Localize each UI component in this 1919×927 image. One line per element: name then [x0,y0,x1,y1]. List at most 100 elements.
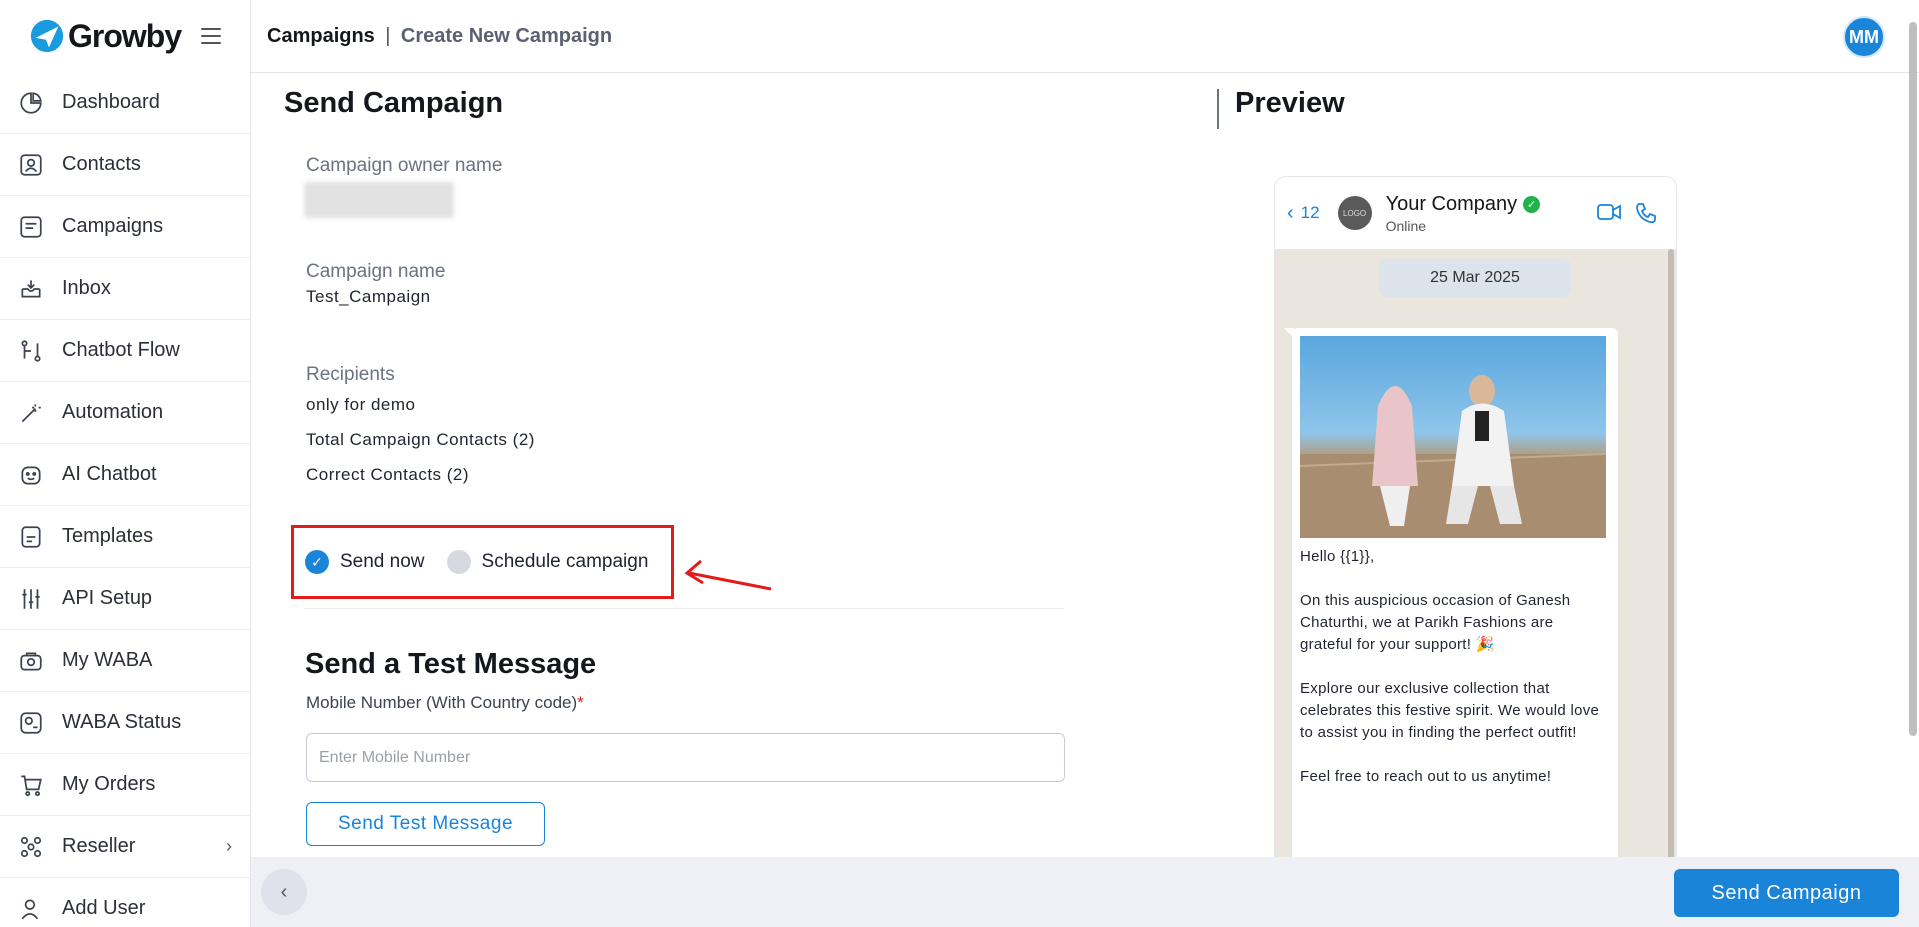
sidebar-item-my-orders[interactable]: My Orders [0,754,250,816]
sidebar-item-label: Automation [62,401,164,423]
company-logo: LOGO [1337,196,1372,230]
test-message-title: Send a Test Message [305,648,597,680]
sidebar-item-label: My WABA [62,649,153,671]
sidebar-item-add-user[interactable]: Add User [0,878,250,927]
sidebar-item-waba-status[interactable]: WABA Status [0,692,250,754]
recipients-label: Recipients [306,364,395,385]
back-count: 12 [1300,203,1320,222]
send-campaign-button[interactable]: Send Campaign [1674,869,1899,917]
contact-card-icon [18,152,44,178]
flow-icon [18,338,44,364]
brand: Growby [0,0,250,72]
sidebar-item-label: Reseller [62,835,136,857]
sidebar-item-label: API Setup [62,587,153,609]
owner-label: Campaign owner name [306,155,503,176]
date-chip: 25 Mar 2025 [1379,259,1571,297]
send-test-message-button[interactable]: Send Test Message [306,802,545,846]
growby-logo-icon [30,19,64,53]
reseller-icon [18,834,44,860]
main-content: Send Campaign Campaign owner name Campai… [251,73,1919,927]
chat-header: ‹ 12 LOGO Your Company ✓ Online [1275,177,1676,249]
company-status: Online [1385,217,1427,234]
chevron-left-icon: ‹ [1287,201,1294,224]
vertical-divider [1217,89,1219,129]
chat-scrollbar[interactable] [1668,249,1674,927]
sidebar-item-api-setup[interactable]: API Setup [0,568,250,630]
sidebar-nav: Dashboard Contacts Campaigns Inbox Chatb… [0,72,250,927]
phone-preview: ‹ 12 LOGO Your Company ✓ Online 25 Mar 2… [1274,176,1677,927]
avatar[interactable]: MM [1843,16,1885,58]
sidebar-item-chatbot-flow[interactable]: Chatbot Flow [0,320,250,382]
page-scrollbar[interactable] [1909,22,1917,736]
campaign-name-value: Test_Campaign [306,287,431,306]
schedule-label: Schedule campaign [481,551,649,572]
sidebar-item-reseller[interactable]: Reseller › [0,816,250,878]
menu-toggle-icon[interactable] [201,28,222,44]
company-info: Your Company ✓ Online [1386,193,1541,234]
back-button[interactable]: ‹ 12 [1287,202,1320,225]
sidebar-item-label: Templates [62,525,154,547]
required-mark: * [577,693,584,712]
sidebar-item-label: AI Chatbot [62,463,157,485]
sidebar-item-label: Add User [62,897,146,919]
message-text: Hello {{1}}, On this auspicious occasion… [1300,548,1600,785]
sidebar-item-templates[interactable]: Templates [0,506,250,568]
recipients-group: only for demo [306,395,416,414]
total-contacts: Total Campaign Contacts (2) [306,430,535,449]
chat-area[interactable]: 25 Mar 2025 Hello {{1}}, On this auspici… [1275,249,1676,927]
sidebar-item-ai-chatbot[interactable]: AI Chatbot [0,444,250,506]
sidebar-item-label: WABA Status [62,711,182,733]
send-now-option[interactable]: ✓ Send now [305,550,425,574]
sliders-icon [18,586,44,612]
sidebar-item-contacts[interactable]: Contacts [0,134,250,196]
inbox-icon [18,276,44,302]
sidebar-item-inbox[interactable]: Inbox [0,258,250,320]
send-options: ✓ Send now Schedule campaign [291,525,674,599]
campaign-icon [18,214,44,240]
sidebar-item-my-waba[interactable]: My WABA [0,630,250,692]
message-bubble: Hello {{1}}, On this auspicious occasion… [1292,328,1618,927]
sidebar-item-campaigns[interactable]: Campaigns [0,196,250,258]
sidebar-item-dashboard[interactable]: Dashboard [0,72,250,134]
template-icon [18,524,44,550]
section-divider [304,608,1064,609]
message-image [1300,336,1606,538]
chevron-right-icon: › [226,836,232,856]
radio-unchecked[interactable] [446,550,471,574]
verified-badge-icon: ✓ [1523,195,1541,213]
cart-icon [18,772,44,798]
breadcrumb-page: Create New Campaign [400,24,613,47]
sidebar-item-label: Chatbot Flow [62,339,180,361]
sidebar-item-label: Dashboard [62,91,160,113]
sidebar-item-automation[interactable]: Automation [0,382,250,444]
mobile-number-input[interactable] [306,733,1065,782]
breadcrumb-separator: | [385,24,391,47]
sidebar-item-label: Inbox [62,277,111,299]
correct-contacts: Correct Contacts (2) [306,465,470,484]
owner-value-redacted [304,182,454,218]
bottom-action-bar: ‹ Send Campaign [251,857,1919,927]
video-call-icon[interactable] [1597,202,1621,222]
waba-icon [18,648,44,674]
brand-name: Growby [68,17,182,54]
bot-face-icon [18,462,44,488]
page-title: Send Campaign [284,87,504,119]
add-user-icon [18,896,44,922]
campaign-name-label: Campaign name [306,261,446,282]
sidebar-item-label: Campaigns [62,215,164,237]
sidebar-item-label: Contacts [62,153,141,175]
top-header: Campaigns | Create New Campaign MM [251,0,1919,73]
collapse-sidebar-button[interactable]: ‹ [261,869,307,915]
company-name: Your Company [1385,192,1518,215]
schedule-option[interactable]: Schedule campaign [446,550,649,574]
app-root: Growby Dashboard Contacts Campaigns Inbo… [0,0,1919,927]
breadcrumb: Campaigns | Create New Campaign [267,25,612,48]
breadcrumb-section[interactable]: Campaigns [267,25,375,47]
arrow-annotation-icon [684,559,772,591]
phone-call-icon[interactable] [1634,201,1658,225]
check-icon[interactable]: ✓ [305,550,329,574]
preview-title: Preview [1235,87,1345,119]
pie-chart-icon [18,90,44,116]
status-icon [18,710,44,736]
magic-wand-icon [18,400,44,426]
